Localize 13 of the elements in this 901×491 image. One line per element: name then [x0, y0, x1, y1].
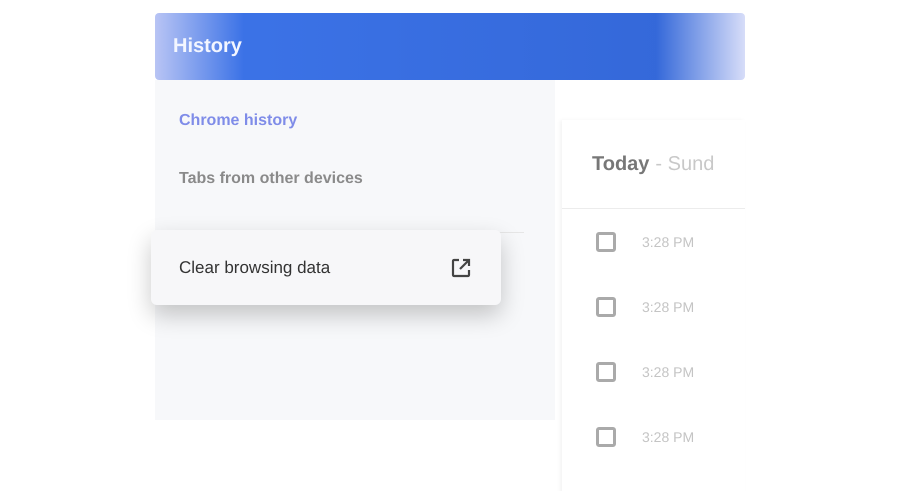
date-heading: Today	[592, 152, 650, 176]
checkbox[interactable]	[596, 232, 616, 252]
time-label: 3:28 PM	[642, 298, 694, 314]
time-label: 3:28 PM	[642, 364, 694, 380]
checkbox[interactable]	[596, 296, 616, 316]
sidebar-item[interactable]: Tabs from other devices	[179, 170, 363, 188]
time-label: 3:28 PM	[642, 234, 694, 250]
page-title: History	[173, 35, 242, 58]
checkbox[interactable]	[596, 426, 616, 446]
clear-browsing-data-item[interactable]: Clear browsing data	[151, 230, 501, 305]
checkbox[interactable]	[596, 362, 616, 382]
sidebar-item[interactable]: Chrome history	[179, 112, 298, 130]
time-label: 3:28 PM	[642, 428, 694, 444]
